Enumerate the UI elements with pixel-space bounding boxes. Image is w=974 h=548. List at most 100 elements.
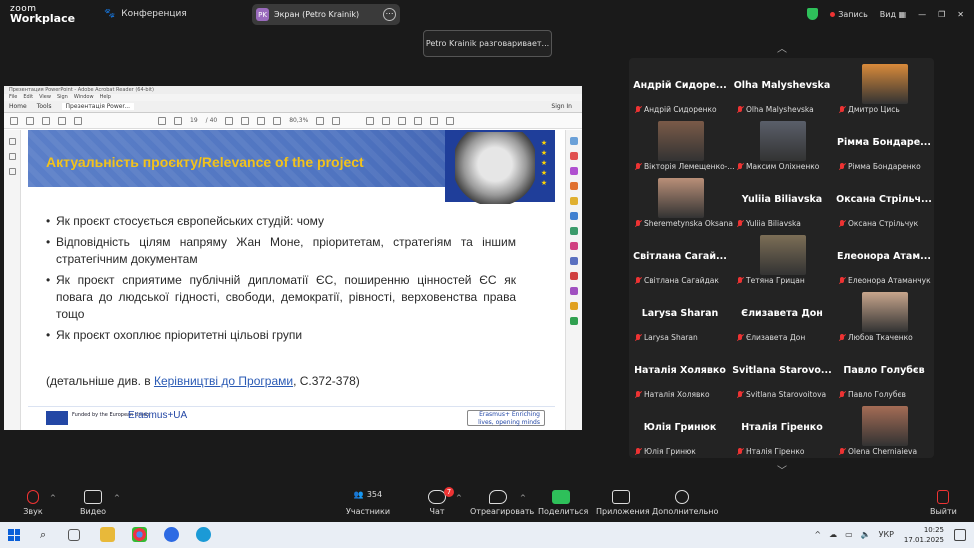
participant-tile[interactable]: Olena Cherniaieva (834, 401, 934, 458)
participant-tile[interactable]: Нталія Гіренко Нталія Гіренко (732, 401, 832, 458)
export-icon[interactable] (446, 116, 455, 125)
security-shield-icon[interactable] (807, 8, 819, 20)
chat-button[interactable]: 7 Чат ^ (422, 487, 462, 516)
tool-create-pdf-icon[interactable] (570, 167, 578, 175)
audio-button[interactable]: Звук ^ (18, 490, 56, 516)
menu-help[interactable]: Help (100, 94, 111, 101)
tool-protect-icon[interactable] (570, 257, 578, 265)
participant-tile[interactable]: Larysa Sharan Larysa Sharan (630, 287, 730, 344)
tool-combine-icon[interactable] (570, 212, 578, 220)
tool-edit-pdf-icon[interactable] (570, 182, 578, 190)
participant-tile[interactable]: Елеонора Атам... Елеонора Атаманчук (834, 230, 934, 287)
grid-page-up-icon[interactable]: ︿ (777, 40, 787, 55)
tool-export-pdf-icon[interactable] (570, 152, 578, 160)
participant-tile[interactable]: Павло Голубєв Павло Голубєв (834, 344, 934, 401)
participant-tile[interactable]: Вікторія Лемещенко-... (630, 116, 735, 173)
zoom-in-icon[interactable] (273, 116, 282, 125)
share-button[interactable]: Поделиться (538, 490, 588, 516)
participant-tile[interactable]: Юлія Гринюк Юлія Гринюк (630, 401, 730, 458)
tool-compress-icon[interactable] (570, 242, 578, 250)
participant-tile[interactable]: Андрій Сидоре... Андрій Сидоренко (630, 59, 730, 116)
audio-caret-icon[interactable]: ^ (50, 494, 56, 502)
language-indicator[interactable]: УКР (879, 530, 894, 539)
page-up-icon[interactable] (158, 116, 166, 125)
participant-tile[interactable]: Тетяна Грицан (732, 230, 832, 287)
attachments-icon[interactable] (8, 168, 16, 175)
view-button[interactable]: Вид ▦ (880, 10, 906, 19)
menu-edit[interactable]: Edit (23, 94, 33, 101)
app-icon[interactable] (196, 527, 211, 542)
pages-icon[interactable] (8, 138, 16, 145)
tool-redact-icon[interactable] (570, 287, 578, 295)
page-number-input[interactable]: 19 (190, 117, 198, 124)
task-view-icon[interactable] (68, 529, 80, 541)
pen-icon[interactable] (382, 116, 391, 125)
zoom-level[interactable]: 80,3% (289, 117, 308, 124)
bookmark-star-icon[interactable] (26, 116, 34, 125)
conference-menu[interactable]: 🐾 Конференция (104, 9, 187, 19)
search-icon[interactable] (74, 116, 82, 125)
video-button[interactable]: Видео ^ (76, 490, 120, 516)
file-explorer-icon[interactable] (100, 527, 115, 542)
participant-tile[interactable]: Svitlana Starovo... Svitlana Starovoitova (732, 344, 832, 401)
scroll-mode-icon[interactable] (332, 116, 341, 125)
page-down-icon[interactable] (174, 116, 182, 125)
participant-tile[interactable]: Olha Malyshevska Olha Malyshevska (732, 59, 832, 116)
participant-tile[interactable]: Оксана Стрільч... Оксана Стрільчук (834, 173, 934, 230)
notifications-icon[interactable] (954, 529, 966, 541)
participant-tile[interactable]: Рімма Бондаре... Рімма Бондаренко (834, 116, 934, 173)
cloud-icon[interactable]: ☁ (829, 530, 837, 539)
participant-tile[interactable]: Максим Оліхненко (732, 116, 832, 173)
tool-stamp-icon[interactable] (570, 302, 578, 310)
participant-tile[interactable]: Yuliia Biliavska Yuliia Biliavska (732, 173, 832, 230)
tray-chevron-icon[interactable]: ^ (814, 530, 821, 539)
zoom-app-icon[interactable] (164, 527, 179, 542)
react-caret-icon[interactable]: ^ (520, 494, 526, 502)
tab-home[interactable]: Home (9, 103, 27, 110)
grid-page-down-icon[interactable]: ﹀ (777, 462, 787, 477)
windows-start-icon[interactable] (8, 529, 20, 541)
fit-page-icon[interactable] (316, 116, 325, 125)
sign-in-button[interactable]: Sign In (551, 103, 572, 110)
tool-organize-icon[interactable] (570, 227, 578, 235)
tab-document[interactable]: Презентація Power... (61, 103, 135, 110)
sign-icon[interactable] (414, 116, 423, 125)
tool-more-icon[interactable] (570, 317, 578, 325)
bookmarks-icon[interactable] (8, 153, 16, 160)
menu-view[interactable]: View (39, 94, 51, 101)
close-icon[interactable]: ✕ (957, 10, 964, 19)
screen-share-indicator[interactable]: PK Экран (Petro Krainik) ⋯ (252, 4, 400, 25)
recording-indicator[interactable]: Запись (830, 10, 868, 19)
more-options-icon[interactable]: ⋯ (383, 8, 396, 21)
tool-comment-icon[interactable] (570, 197, 578, 205)
highlight-icon[interactable] (398, 116, 407, 125)
participant-tile[interactable]: Дмитро Цись (834, 59, 934, 116)
tool-search-icon[interactable] (570, 137, 578, 145)
programme-guide-link[interactable]: Керівництві до Програми (154, 374, 293, 388)
menu-file[interactable]: File (9, 94, 17, 101)
print-icon[interactable] (58, 116, 66, 125)
participants-button[interactable]: 👥 354 Участники (346, 490, 390, 516)
minimize-icon[interactable]: — (918, 10, 926, 19)
comment-icon[interactable] (366, 116, 375, 125)
restore-icon[interactable]: ❐ (938, 10, 945, 19)
video-caret-icon[interactable]: ^ (114, 494, 120, 502)
chrome-icon[interactable] (132, 527, 147, 542)
react-button[interactable]: Отреагировать ^ (470, 490, 534, 516)
select-cursor-icon[interactable] (225, 116, 234, 125)
hand-icon[interactable] (241, 116, 250, 125)
tool-fill-sign-icon[interactable] (570, 272, 578, 280)
chat-caret-icon[interactable]: ^ (456, 494, 462, 502)
battery-icon[interactable]: ▭ (845, 530, 853, 539)
tab-tools[interactable]: Tools (37, 103, 52, 110)
participant-tile[interactable]: Любов Ткаченко (834, 287, 934, 344)
menu-window[interactable]: Window (74, 94, 94, 101)
apps-button[interactable]: Приложения (596, 490, 650, 516)
delete-icon[interactable] (430, 116, 439, 125)
participant-tile[interactable]: Світлана Сагай... Світлана Сагайдак (630, 230, 730, 287)
upload-icon[interactable] (42, 116, 50, 125)
leave-button[interactable]: Выйти (930, 490, 957, 516)
participant-tile[interactable]: Єлизавета Дон Єлизавета Дон (732, 287, 832, 344)
menu-sign[interactable]: Sign (57, 94, 68, 101)
search-icon[interactable]: ⌕ (40, 528, 46, 542)
